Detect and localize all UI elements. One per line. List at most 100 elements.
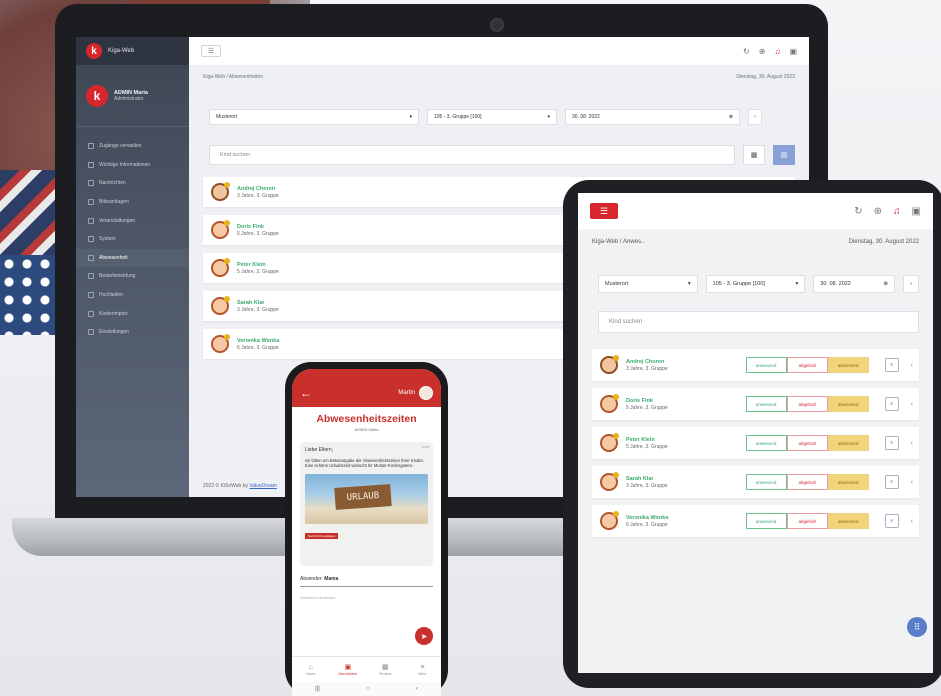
sidebar-item-bitteanfragen[interactable]: Bitteanfragen: [76, 193, 189, 212]
location-select[interactable]: Musterort ▾: [209, 109, 419, 125]
list-item[interactable]: Andrej Choren 3 Jahre, 3. Gruppe anwesend…: [592, 349, 919, 381]
laptop-camera: [490, 18, 504, 32]
menu-toggle-button[interactable]: ☰: [590, 203, 618, 219]
status-picked-up-button[interactable]: abgeholt: [786, 396, 828, 412]
child-name[interactable]: Veronika Wonka: [626, 515, 738, 521]
back-icon[interactable]: ‹: [416, 686, 418, 692]
status-absent-button[interactable]: abwesend: [827, 396, 869, 412]
child-name[interactable]: Andrej Choren: [237, 186, 279, 192]
note-icon[interactable]: ≡: [884, 358, 899, 372]
tab-mehr[interactable]: ≡ Mehr: [404, 657, 441, 682]
list-view-button[interactable]: ▤: [773, 145, 795, 165]
list-item[interactable]: Veronika Wonka 6 Jahre, 3. Gruppe anwesen…: [592, 505, 919, 537]
child-name[interactable]: Sarah Klar: [237, 300, 279, 306]
chevron-left-icon[interactable]: ‹: [911, 362, 913, 369]
grid-view-button[interactable]: ▦: [743, 145, 765, 165]
filter-row: Musterort ▾ 105 - 3. Gruppe [100] ▾ 30. 08…: [189, 89, 809, 125]
menu-toggle-button[interactable]: ☰: [201, 45, 221, 57]
status-present-button[interactable]: anwesend: [745, 396, 787, 412]
status-absent-button[interactable]: abwesend: [827, 435, 869, 451]
calendar-icon[interactable]: ▣: [912, 206, 921, 217]
list-item[interactable]: Sarah Klar 3 Jahre, 3. Gruppe anwesend ab…: [592, 466, 919, 498]
tab-home[interactable]: ⌂ Home: [292, 657, 329, 682]
sidebar-item-kinderimport[interactable]: Kinderimport: [76, 304, 189, 323]
tab-termine[interactable]: ▦ Termine: [367, 657, 404, 682]
date-input[interactable]: 30. 08. 2022 ⊗: [565, 109, 740, 125]
calendar-icon[interactable]: ▣: [789, 47, 797, 56]
sidebar-user[interactable]: k ADMIN Maria Administrator: [76, 65, 189, 127]
chevron-left-icon[interactable]: ‹: [911, 518, 913, 525]
sidebar-item-system[interactable]: System: [76, 230, 189, 249]
child-name[interactable]: Sarah Klar: [626, 476, 738, 482]
chevron-left-icon[interactable]: ‹: [911, 440, 913, 447]
breadcrumb-home[interactable]: Kiga-Web: [592, 239, 618, 245]
status-present-button[interactable]: anwesend: [745, 474, 787, 490]
sidebar-item-bedarfsmeldung[interactable]: Bedarfsmeldung: [76, 267, 189, 286]
status-absent-button[interactable]: abwesend: [827, 474, 869, 490]
child-search-input[interactable]: Kind suchen: [209, 145, 735, 165]
status-present-button[interactable]: anwesend: [745, 435, 787, 451]
sidebar-item-zugaenge[interactable]: Zugänge verwalten: [76, 137, 189, 156]
header-user[interactable]: Martin: [398, 386, 433, 400]
recent-apps-icon[interactable]: |||: [315, 686, 320, 692]
status-absent-button[interactable]: abwesend: [827, 357, 869, 373]
child-name[interactable]: Andrej Choren: [626, 359, 738, 365]
footer-link[interactable]: ValueDream: [249, 483, 276, 489]
location-select[interactable]: Musterort ▾: [598, 275, 698, 293]
child-name[interactable]: Doris Fink: [626, 398, 738, 404]
child-name[interactable]: Doris Fink: [237, 224, 279, 230]
group-select[interactable]: 105 - 3. Gruppe [100] ▾: [705, 275, 806, 293]
status-toggle: anwesend abgeholt abwesend: [745, 474, 869, 490]
date-next-button[interactable]: ›: [903, 275, 919, 293]
refresh-icon[interactable]: ↻: [854, 206, 862, 217]
sidebar-item-informationen[interactable]: Wichtige Informationen: [76, 156, 189, 175]
child-name[interactable]: Veronika Wonka: [237, 338, 279, 344]
status-present-button[interactable]: anwesend: [745, 513, 787, 529]
group-select[interactable]: 105 - 3. Gruppe [100] ▾: [427, 109, 557, 125]
chevron-left-icon[interactable]: ‹: [911, 479, 913, 486]
status-present-button[interactable]: anwesend: [745, 357, 787, 373]
child-name[interactable]: Peter Klein: [237, 262, 279, 268]
chevron-left-icon[interactable]: ‹: [911, 401, 913, 408]
clear-icon[interactable]: ⊗: [729, 114, 733, 120]
globe-icon[interactable]: ⊕: [874, 206, 882, 217]
child-search-input[interactable]: Kind suchen: [598, 311, 919, 333]
confirm-message-button[interactable]: Nachricht bestätigen: [305, 532, 339, 539]
send-button[interactable]: ➤: [415, 627, 433, 645]
list-item[interactable]: Doris Fink 5 Jahre, 3. Gruppe anwesend ab…: [592, 388, 919, 420]
status-absent-button[interactable]: abwesend: [827, 513, 869, 529]
sidebar-item-einstellungen[interactable]: Einstellungen: [76, 323, 189, 342]
tab-nachrichten[interactable]: ▣ Nachrichten: [329, 657, 366, 682]
date-next-button[interactable]: ›: [748, 109, 762, 125]
list-item[interactable]: Peter Klein 5 Jahre, 3. Gruppe anwesend a…: [592, 427, 919, 459]
note-icon[interactable]: ≡: [884, 514, 899, 528]
breadcrumb-home[interactable]: Kiga-Web: [203, 74, 225, 80]
note-icon[interactable]: ≡: [884, 475, 899, 489]
sidebar-item-nachrichten[interactable]: Nachrichten: [76, 174, 189, 193]
clear-icon[interactable]: ⊗: [883, 281, 888, 287]
home-circle-icon[interactable]: ○: [366, 686, 370, 692]
date-input[interactable]: 30. 08. 2022 ⊗: [813, 275, 895, 293]
note-icon[interactable]: ≡: [884, 397, 899, 411]
note-icon[interactable]: ≡: [884, 436, 899, 450]
sidebar-item-veranstaltungen[interactable]: Veranstaltungen: [76, 211, 189, 230]
status-picked-up-button[interactable]: abgeholt: [786, 474, 828, 490]
message-input[interactable]: Nachricht verfassen: [300, 595, 433, 600]
apps-grid-icon[interactable]: ⠿: [907, 617, 927, 637]
status-dot: [613, 511, 619, 517]
sidebar-item-hochladen[interactable]: Hochladen: [76, 286, 189, 305]
bell-icon[interactable]: ♫: [893, 206, 901, 217]
sender-field[interactable]: Absender: Mama: [300, 576, 433, 587]
status-picked-up-button[interactable]: abgeholt: [786, 513, 828, 529]
sidebar-item-abwesenheit[interactable]: Abwesenheit: [76, 248, 189, 268]
child-avatar: [600, 355, 619, 374]
child-name[interactable]: Peter Klein: [626, 437, 738, 443]
back-arrow-icon[interactable]: ←: [300, 386, 312, 400]
globe-icon[interactable]: ⊕: [759, 47, 766, 56]
status-picked-up-button[interactable]: abgeholt: [786, 435, 828, 451]
refresh-icon[interactable]: ↻: [743, 47, 750, 56]
child-info: 3 Jahre, 3. Gruppe: [626, 482, 668, 489]
status-picked-up-button[interactable]: abgeholt: [786, 357, 828, 373]
phone-screen: ← Martin Abwesenheitszeiten ADMIN Maria …: [292, 369, 441, 696]
bell-icon[interactable]: ♫: [774, 47, 780, 56]
